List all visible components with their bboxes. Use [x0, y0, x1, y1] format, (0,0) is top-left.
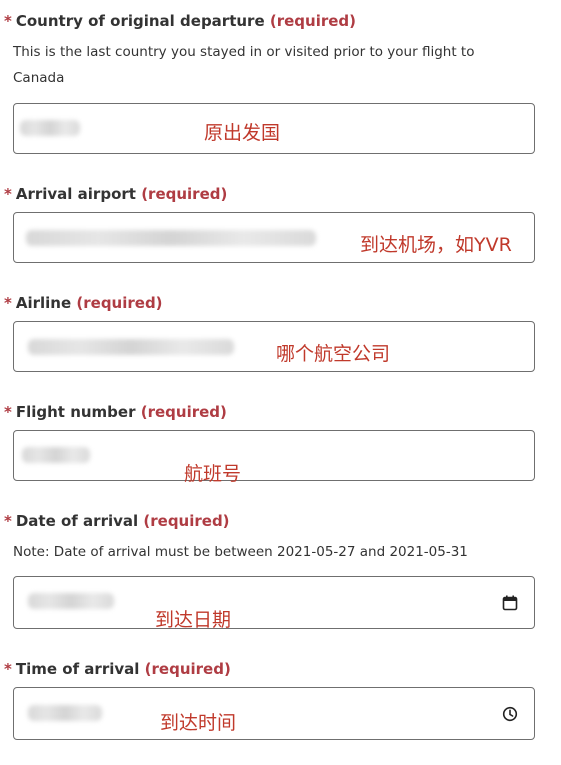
airport-annotation: 到达机场，如YVR: [360, 234, 512, 256]
airline-label: * Airline (required): [4, 294, 163, 312]
airline-input[interactable]: 哪个航空公司: [13, 321, 535, 372]
date-label-text: Date of arrival: [15, 512, 139, 530]
required-asterisk: *: [4, 403, 12, 421]
country-help-text: This is the last country you stayed in o…: [13, 44, 475, 86]
country-label: * Country of original departure (required…: [4, 12, 356, 30]
flight-label-text: Flight number: [15, 403, 136, 421]
airline-label-text: Airline: [15, 294, 72, 312]
flight-label: * Flight number (required): [4, 403, 227, 421]
airport-label-text: Arrival airport: [15, 185, 136, 203]
airline-annotation: 哪个航空公司: [276, 343, 391, 365]
clock-icon[interactable]: [502, 706, 518, 722]
required-tag: (required): [76, 294, 163, 312]
redacted-value: [28, 705, 102, 721]
required-tag: (required): [140, 403, 227, 421]
airport-label: * Arrival airport (required): [4, 185, 227, 203]
date-input[interactable]: 到达日期: [13, 576, 535, 631]
required-asterisk: *: [4, 512, 12, 530]
redacted-value: [28, 593, 114, 609]
required-tag: (required): [141, 185, 228, 203]
required-tag: (required): [143, 512, 230, 530]
time-label-text: Time of arrival: [15, 660, 140, 678]
country-input[interactable]: 原出发国: [13, 103, 535, 154]
date-annotation: 到达日期: [155, 609, 232, 631]
flight-number-input[interactable]: 航班号: [13, 430, 535, 485]
airport-input[interactable]: 到达机场，如YVR: [13, 212, 535, 263]
required-asterisk: *: [4, 660, 12, 678]
country-label-text: Country of original departure: [15, 12, 265, 30]
time-input[interactable]: 到达时间: [13, 687, 535, 740]
required-tag: (required): [269, 12, 357, 30]
country-annotation: 原出发国: [204, 122, 281, 144]
date-label: * Date of arrival (required): [4, 512, 230, 530]
time-annotation: 到达时间: [160, 712, 237, 734]
redacted-value: [28, 339, 234, 355]
redacted-value: [22, 447, 90, 463]
required-asterisk: *: [4, 185, 12, 203]
date-help-text: Note: Date of arrival must be between 20…: [13, 544, 468, 560]
flight-annotation: 航班号: [184, 463, 242, 485]
required-asterisk: *: [4, 294, 12, 312]
time-label: * Time of arrival (required): [4, 660, 231, 678]
required-tag: (required): [144, 660, 231, 678]
calendar-icon[interactable]: [502, 595, 518, 611]
redacted-value: [26, 230, 316, 246]
redacted-value: [20, 120, 80, 136]
required-asterisk: *: [4, 12, 12, 30]
